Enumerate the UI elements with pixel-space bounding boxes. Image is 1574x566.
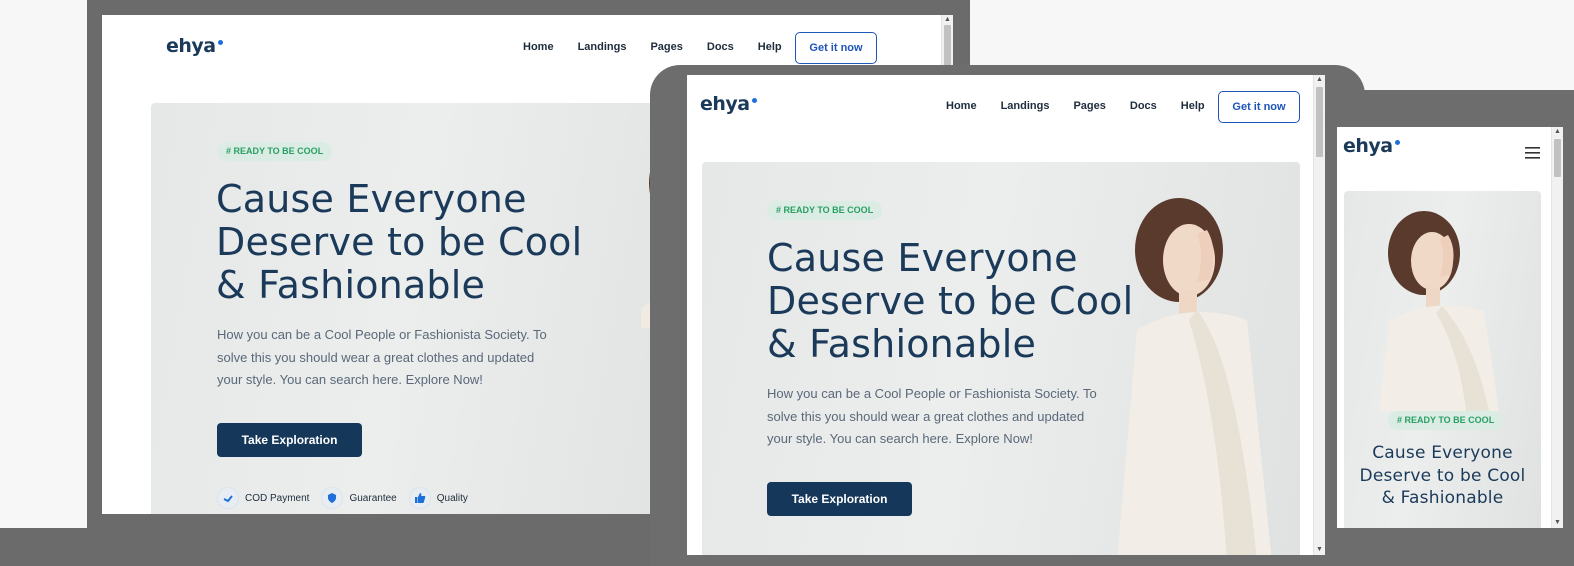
- thumbs-up-icon: [408, 487, 431, 509]
- model-photo: [1379, 211, 1499, 411]
- nav-home[interactable]: Home: [946, 100, 977, 112]
- feature-label: Guarantee: [349, 492, 397, 504]
- site-logo[interactable]: ehya: [166, 35, 223, 57]
- scroll-thumb[interactable]: [1554, 139, 1561, 177]
- hero-title-line: & Fashionable: [1381, 488, 1504, 508]
- feature-guarantee: Guarantee: [321, 487, 397, 509]
- model-photo: [1117, 198, 1272, 555]
- hero-tag: # READY TO BE COOL: [217, 142, 333, 161]
- hero-title-line: Deserve to be Cool: [1359, 465, 1526, 486]
- hero-title-line: & Fashionable: [767, 322, 1037, 366]
- nav-help[interactable]: Help: [758, 41, 782, 53]
- main-nav: Home Landings Pages Docs Help: [946, 100, 1205, 112]
- get-it-now-button[interactable]: Get it now: [795, 32, 877, 64]
- device-mockup-stage: ehya Home Landings Pages Docs Help Get i…: [0, 0, 1574, 566]
- hero-description-line: How you can be a Cool People or Fashioni…: [767, 386, 1097, 401]
- hero-description-line: How you can be a Cool People or Fashioni…: [217, 327, 547, 342]
- wallet-icon: [217, 487, 239, 509]
- feature-cod-payment: COD Payment: [217, 487, 309, 509]
- take-exploration-button[interactable]: Take Exploration: [217, 423, 362, 457]
- take-exploration-button[interactable]: Take Exploration: [767, 482, 912, 516]
- hero-title-line: & Fashionable: [216, 263, 486, 307]
- scroll-up-arrow-icon[interactable]: ▲: [942, 15, 953, 25]
- scroll-down-arrow-icon[interactable]: ▼: [1314, 545, 1325, 555]
- scroll-up-arrow-icon[interactable]: ▲: [1552, 127, 1563, 137]
- nav-docs[interactable]: Docs: [1130, 100, 1157, 112]
- main-nav: Home Landings Pages Docs Help: [523, 41, 782, 53]
- nav-docs[interactable]: Docs: [707, 41, 734, 53]
- nav-home[interactable]: Home: [523, 41, 554, 53]
- hero-description-line: your style. You can search here. Explore…: [217, 372, 483, 387]
- hero-section: # READY TO BE COOL Cause Everyone Deserv…: [151, 103, 711, 514]
- scroll-thumb[interactable]: [1316, 87, 1323, 157]
- tablet-screen: ehya Home Landings Pages Docs Help Get i…: [687, 75, 1325, 555]
- site-logo[interactable]: ehya: [1343, 135, 1400, 157]
- hero-tag: # READY TO BE COOL: [767, 201, 883, 220]
- feature-label: Quality: [436, 492, 468, 504]
- phone-scrollbar[interactable]: ▲ ▼: [1551, 127, 1563, 528]
- hero-description-line: solve this you should wear a great cloth…: [217, 349, 535, 365]
- hero-title-line: Cause Everyone: [1372, 443, 1513, 463]
- hero-title: Cause Everyone Deserve to be Cool & Fash…: [767, 237, 1133, 366]
- hero-description-line: your style. You can search here. Explore…: [767, 431, 1033, 446]
- scroll-down-arrow-icon[interactable]: ▼: [1552, 518, 1563, 528]
- hero-section: # READY TO BE COOL Cause Everyone Deserv…: [702, 162, 1300, 555]
- tablet-scrollbar[interactable]: ▲ ▼: [1313, 75, 1325, 555]
- feature-label: COD Payment: [245, 492, 310, 504]
- phone-screen: ehya # READY TO BE COOL Cause Everyone D…: [1337, 127, 1563, 528]
- hamburger-menu-icon[interactable]: [1525, 146, 1540, 160]
- get-it-now-button[interactable]: Get it now: [1218, 91, 1300, 123]
- nav-pages[interactable]: Pages: [1073, 100, 1105, 112]
- scroll-up-arrow-icon[interactable]: ▲: [1314, 75, 1325, 85]
- hero-description-line: solve this you should wear a great cloth…: [767, 408, 1085, 424]
- hero-title-line: Cause Everyone: [216, 177, 527, 221]
- hero-title: Cause Everyone Deserve to be Cool & Fash…: [1344, 442, 1541, 510]
- nav-pages[interactable]: Pages: [650, 41, 682, 53]
- hero-title: Cause Everyone Deserve to be Cool & Fash…: [216, 178, 582, 307]
- hero-title-line: Deserve to be Cool: [216, 220, 583, 264]
- nav-landings[interactable]: Landings: [1001, 100, 1050, 112]
- shield-icon: [321, 487, 344, 509]
- nav-landings[interactable]: Landings: [578, 41, 627, 53]
- site-logo[interactable]: ehya: [700, 93, 757, 115]
- hero-description: How you can be a Cool People or Fashioni…: [767, 383, 1097, 451]
- feature-quality: Quality: [408, 487, 468, 509]
- hero-title-line: Deserve to be Cool: [767, 279, 1134, 323]
- hero-tag: # READY TO BE COOL: [1388, 411, 1504, 430]
- hero-description: How you can be a Cool People or Fashioni…: [217, 324, 547, 392]
- hero-title-line: Cause Everyone: [767, 236, 1078, 280]
- feature-list: COD Payment Guarantee Quality: [217, 487, 468, 509]
- nav-help[interactable]: Help: [1181, 100, 1205, 112]
- hero-section: # READY TO BE COOL Cause Everyone Deserv…: [1344, 191, 1541, 528]
